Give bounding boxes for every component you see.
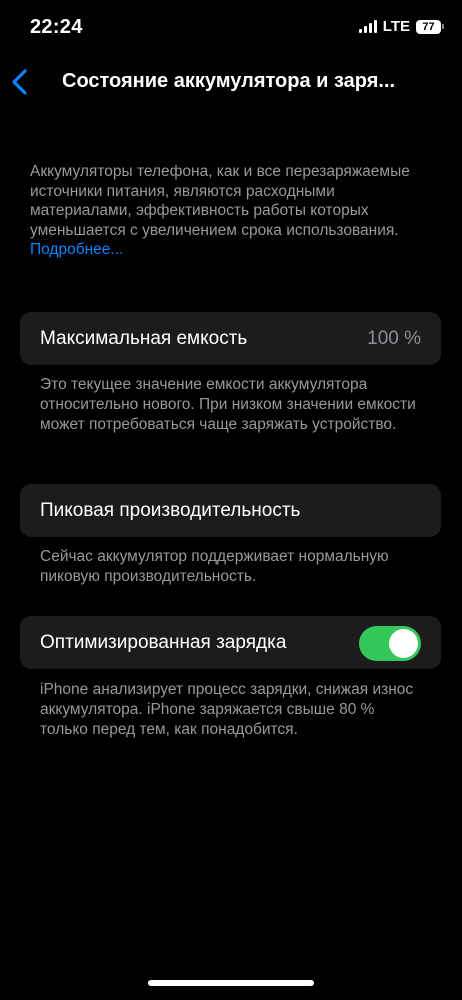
peak-performance-label: Пиковая производительность — [40, 500, 301, 521]
optimized-charging-toggle[interactable] — [359, 626, 421, 661]
status-time: 22:24 — [30, 16, 83, 38]
page-title: Состояние аккумулятора и заря... — [62, 70, 396, 92]
max-capacity-label: Максимальная емкость — [40, 328, 248, 349]
max-capacity-row: Максимальная емкость 100 % — [20, 312, 441, 365]
battery-health-screen: 22:24 LTE 77 Состояние аккумулятора и за… — [0, 0, 462, 1000]
intro-description: Аккумуляторы телефона, как и все перезар… — [30, 162, 440, 260]
navigation-bar: Состояние аккумулятора и заря... — [0, 62, 462, 102]
intro-text: Аккумуляторы телефона, как и все перезар… — [30, 163, 410, 239]
optimized-charging-footnote: iPhone анализирует процесс зарядки, сниж… — [40, 681, 414, 738]
signal-icon — [358, 20, 377, 33]
battery-level: 77 — [416, 19, 441, 34]
home-indicator[interactable] — [148, 980, 314, 986]
chevron-left-icon[interactable] — [8, 66, 32, 98]
status-indicators: LTE 77 — [358, 18, 444, 35]
max-capacity-footnote: Это текущее значение емкости аккумулятор… — [40, 376, 416, 433]
network-type: LTE — [382, 18, 410, 35]
status-bar: 22:24 LTE 77 — [0, 0, 462, 58]
optimized-charging-row: Оптимизированная зарядка — [20, 616, 441, 669]
peak-performance-footnote: Сейчас аккумулятор поддерживает нормальн… — [40, 548, 389, 585]
learn-more-link[interactable]: Подробнее... — [30, 241, 123, 258]
max-capacity-value: 100 % — [367, 328, 421, 349]
battery-icon: 77 — [416, 19, 444, 34]
toggle-knob — [389, 629, 418, 658]
optimized-charging-label: Оптимизированная зарядка — [40, 632, 287, 653]
peak-performance-row: Пиковая производительность — [20, 484, 441, 537]
